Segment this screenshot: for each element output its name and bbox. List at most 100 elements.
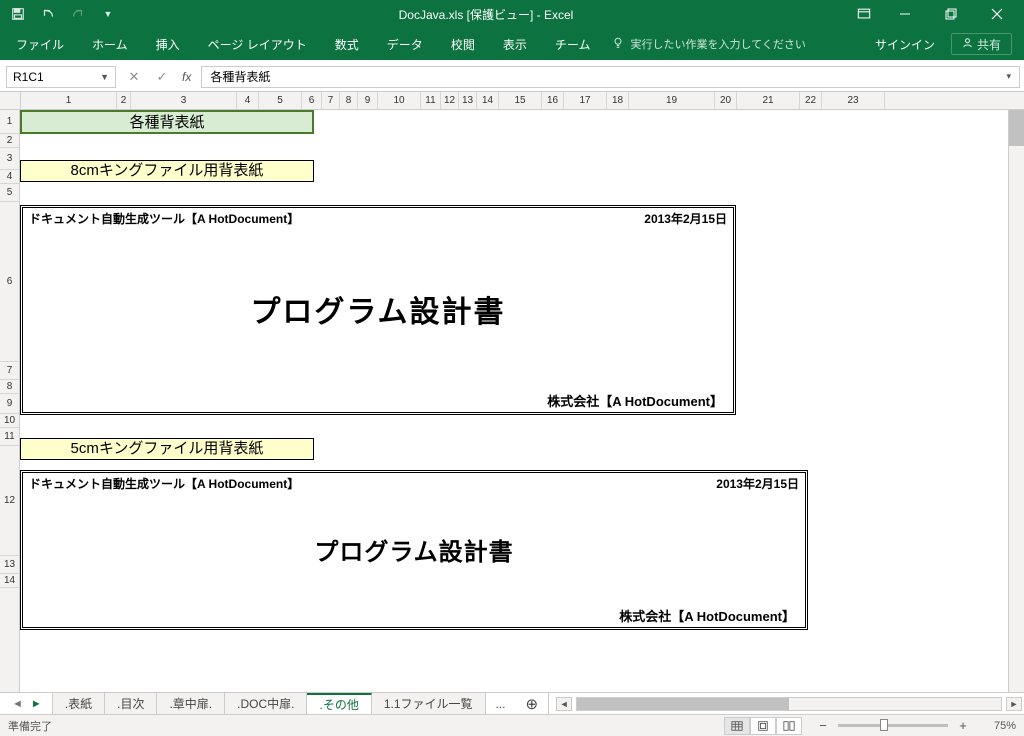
minimize-button[interactable] [882, 0, 928, 28]
zoom-in-button[interactable]: + [956, 719, 970, 733]
row-header[interactable]: 13 [0, 556, 19, 574]
col-header[interactable]: 15 [499, 92, 542, 109]
ribbon-tab-0[interactable]: ファイル [2, 28, 78, 60]
sheet-tab-5[interactable]: 1.1ファイル一覧 [372, 693, 486, 714]
col-header[interactable]: 8 [340, 92, 358, 109]
sheet-tab-0[interactable]: .表紙 [52, 693, 105, 714]
col-header[interactable]: 6 [302, 92, 322, 109]
row-header[interactable]: 7 [0, 362, 19, 380]
col-header[interactable]: 1 [21, 92, 117, 109]
tell-me-search[interactable]: 実行したい作業を入力してください [604, 36, 813, 52]
col-header[interactable]: 23 [822, 92, 885, 109]
ribbon-tab-7[interactable]: 表示 [489, 28, 541, 60]
col-header[interactable]: 2 [117, 92, 131, 109]
cover1-date[interactable]: 2013年2月15日 [644, 210, 727, 227]
cover2-date[interactable]: 2013年2月15日 [716, 475, 799, 492]
row-header[interactable]: 4 [0, 170, 19, 184]
expand-formula-icon[interactable]: ▾ [1006, 71, 1011, 82]
view-page-layout-icon[interactable] [750, 717, 776, 735]
col-header[interactable]: 9 [358, 92, 378, 109]
sheet-tab-3[interactable]: .DOC中扉. [225, 693, 307, 714]
row-header[interactable]: 6 [0, 202, 19, 362]
col-header[interactable]: 14 [477, 92, 499, 109]
col-header[interactable]: 21 [737, 92, 800, 109]
enter-formula-icon[interactable]: ✓ [154, 69, 170, 85]
col-header[interactable]: 13 [459, 92, 477, 109]
view-normal-icon[interactable] [724, 717, 750, 735]
row-header[interactable]: 5 [0, 184, 19, 202]
ribbon-display-options-icon[interactable] [850, 3, 878, 25]
row-header[interactable]: 3 [0, 148, 19, 170]
qat-customize-icon[interactable]: ▼ [94, 3, 122, 25]
col-header[interactable]: 4 [237, 92, 259, 109]
cell-main-title[interactable]: 各種背表紙 [20, 110, 314, 134]
row-header[interactable]: 2 [0, 134, 19, 148]
ribbon-tab-3[interactable]: ページ レイアウト [194, 28, 321, 60]
tab-nav-prev-icon[interactable]: ◄ [12, 698, 23, 710]
horizontal-scrollbar-thumb[interactable] [577, 698, 789, 710]
maximize-button[interactable] [928, 0, 974, 28]
col-header[interactable]: 19 [629, 92, 715, 109]
col-header[interactable]: 16 [542, 92, 564, 109]
ribbon-tab-5[interactable]: データ [373, 28, 437, 60]
col-header[interactable]: 3 [131, 92, 237, 109]
view-page-break-icon[interactable] [776, 717, 802, 735]
name-box[interactable]: R1C1 ▼ [6, 66, 116, 88]
ribbon-tab-8[interactable]: チーム [541, 28, 605, 60]
tab-nav-next-icon[interactable]: ► [31, 698, 42, 710]
hscroll-right-icon[interactable]: ► [1006, 697, 1022, 711]
formula-value: 各種背表紙 [210, 68, 270, 85]
sheet-tab-2[interactable]: .章中扉. [157, 693, 225, 714]
share-button[interactable]: 共有 [951, 33, 1012, 55]
zoom-out-button[interactable]: − [816, 719, 830, 733]
col-header[interactable]: 5 [259, 92, 302, 109]
redo-icon[interactable] [64, 3, 92, 25]
formula-bar[interactable]: 各種背表紙 ▾ [201, 66, 1020, 88]
hscroll-left-icon[interactable]: ◄ [556, 697, 572, 711]
col-header[interactable]: 17 [564, 92, 607, 109]
col-header[interactable]: 18 [607, 92, 629, 109]
col-header[interactable]: 7 [322, 92, 340, 109]
zoom-percent[interactable]: 75% [978, 720, 1016, 732]
vertical-scrollbar-thumb[interactable] [1009, 110, 1024, 146]
cover1-doc-title[interactable]: プログラム設計書 [23, 229, 733, 389]
zoom-slider-thumb[interactable] [880, 719, 888, 731]
col-header[interactable]: 20 [715, 92, 737, 109]
undo-icon[interactable] [34, 3, 62, 25]
row-header[interactable]: 8 [0, 380, 19, 394]
add-sheet-button[interactable]: ⊕ [516, 695, 549, 713]
ribbon-tab-6[interactable]: 校閲 [437, 28, 489, 60]
ribbon-tab-1[interactable]: ホーム [78, 28, 142, 60]
cancel-formula-icon[interactable]: ✕ [126, 69, 142, 85]
col-header[interactable]: 11 [421, 92, 441, 109]
ribbon-tab-2[interactable]: 挿入 [142, 28, 194, 60]
cover2-doc-title[interactable]: プログラム設計書 [23, 494, 805, 604]
col-header[interactable]: 22 [800, 92, 822, 109]
row-header[interactable]: 14 [0, 574, 19, 588]
cell-label-8cm[interactable]: 8cmキングファイル用背表紙 [20, 160, 314, 182]
cover2-company[interactable]: 株式会社【A HotDocument】 [23, 604, 805, 627]
col-header[interactable]: 10 [378, 92, 421, 109]
row-header[interactable]: 12 [0, 446, 19, 556]
fx-label[interactable]: fx [182, 70, 191, 84]
row-header[interactable]: 9 [0, 394, 19, 414]
row-header[interactable]: 1 [0, 110, 19, 134]
row-header[interactable]: 11 [0, 428, 19, 446]
cover1-tool-name[interactable]: ドキュメント自動生成ツール【A HotDocument】 [29, 210, 299, 227]
cover2-tool-name[interactable]: ドキュメント自動生成ツール【A HotDocument】 [29, 475, 299, 492]
signin-link[interactable]: サインイン [863, 36, 947, 53]
col-header[interactable]: 12 [441, 92, 459, 109]
save-icon[interactable] [4, 3, 32, 25]
cover1-company[interactable]: 株式会社【A HotDocument】 [23, 389, 733, 412]
sheet-tab-1[interactable]: .目次 [105, 693, 157, 714]
ribbon-tab-4[interactable]: 数式 [321, 28, 373, 60]
row-header[interactable]: 10 [0, 414, 19, 428]
select-all-corner[interactable] [0, 92, 20, 109]
tabs-more[interactable]: ... [486, 697, 516, 711]
horizontal-scrollbar[interactable] [576, 697, 1002, 711]
close-button[interactable] [974, 0, 1020, 28]
zoom-slider[interactable] [838, 724, 948, 727]
sheet-tab-4[interactable]: .その他 [307, 693, 371, 714]
cell-label-5cm[interactable]: 5cmキングファイル用背表紙 [20, 438, 314, 460]
vertical-scrollbar[interactable] [1008, 110, 1024, 692]
